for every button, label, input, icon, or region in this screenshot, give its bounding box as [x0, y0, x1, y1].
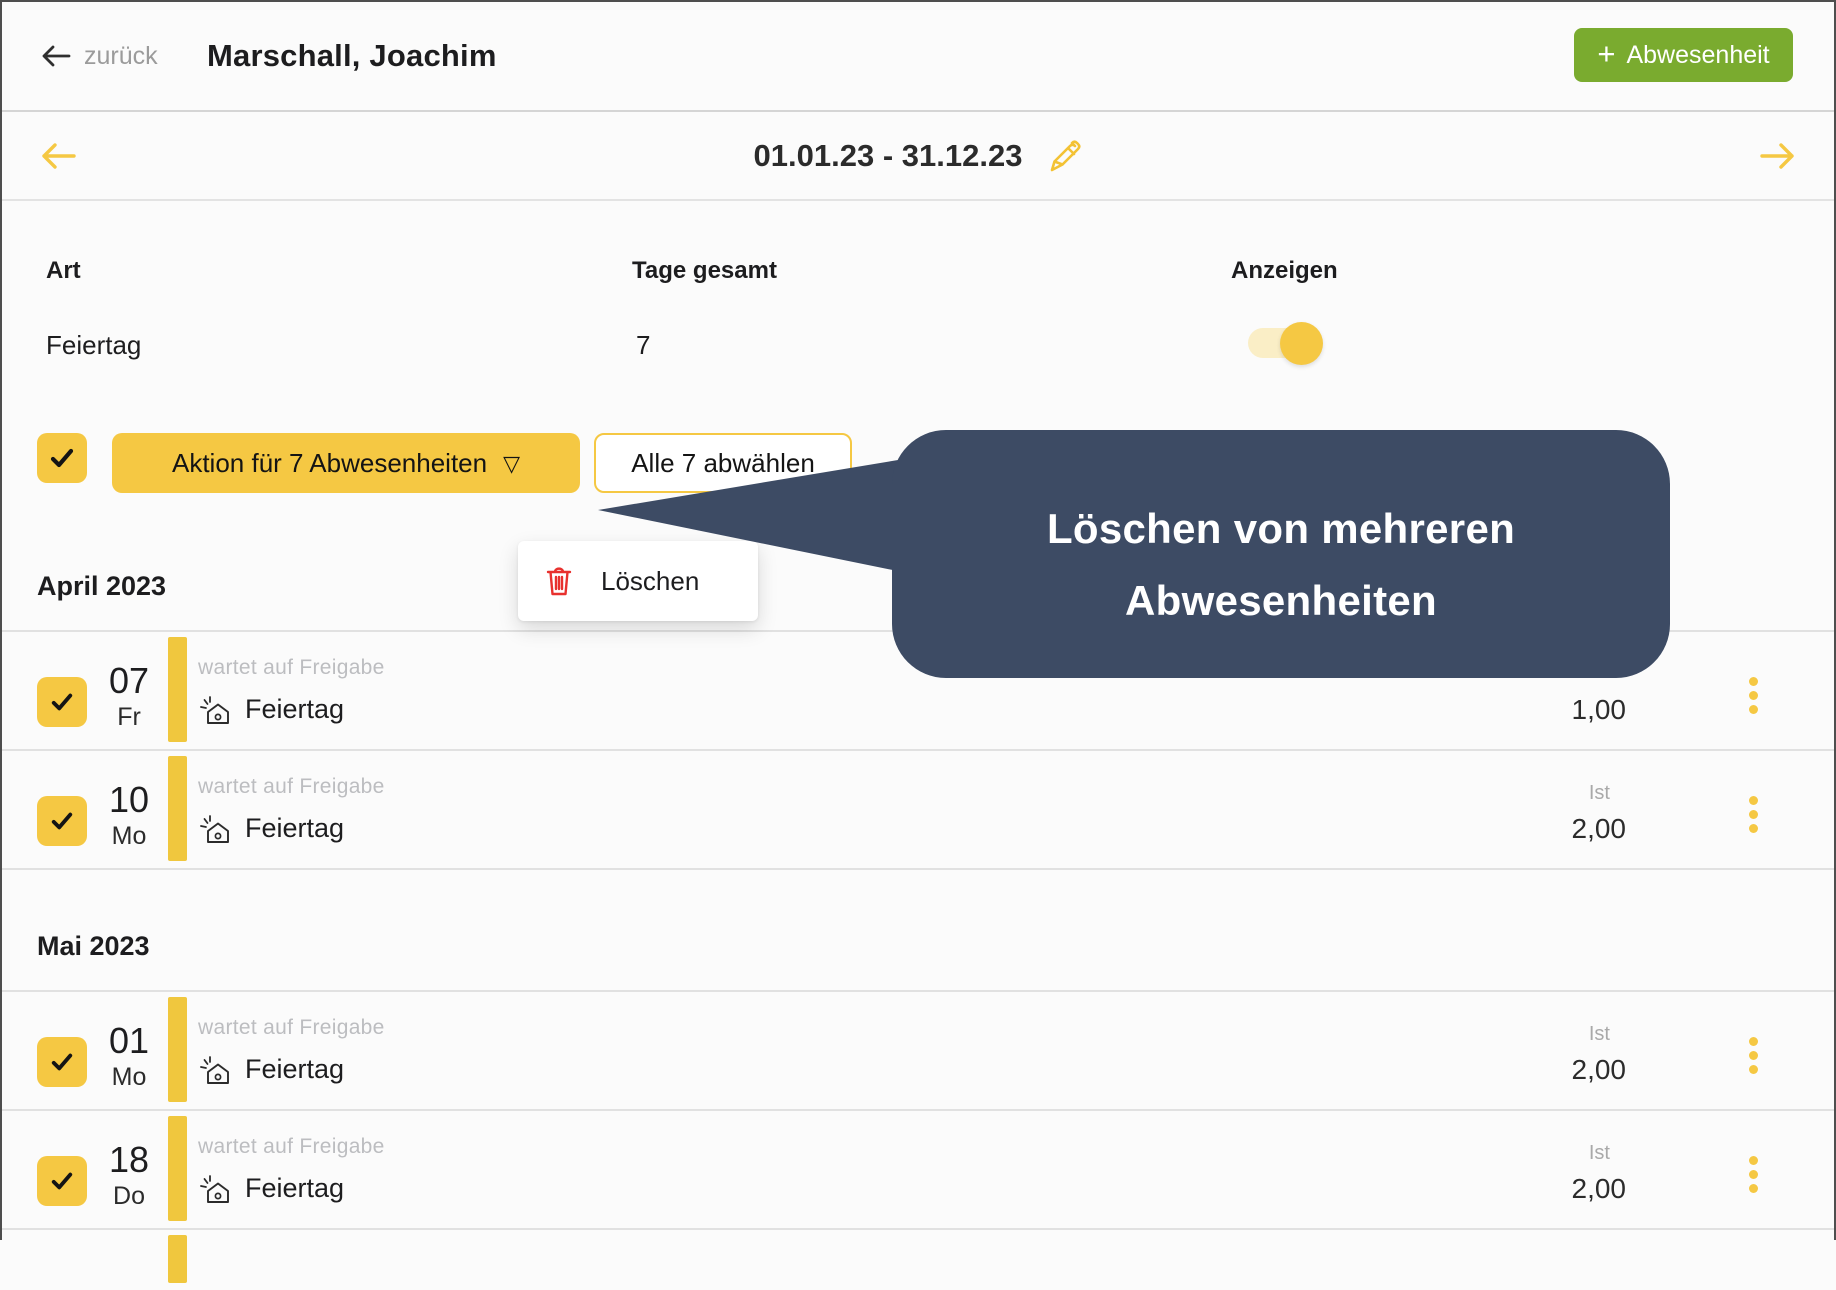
- absence-type-color-bar: [168, 756, 187, 861]
- absence-row[interactable]: 10 Mo wartet auf Freigabe Feiertag Ist 2…: [2, 751, 1834, 870]
- row-weekday: Fr: [117, 703, 141, 731]
- partial-next-row: [2, 1230, 1834, 1290]
- back-label: zurück: [84, 41, 158, 70]
- row-checkbox[interactable]: [37, 1156, 87, 1206]
- page-title: Marschall, Joachim: [207, 38, 497, 73]
- absence-type-color-bar: [168, 997, 187, 1102]
- anzeigen-toggle-knob: [1280, 322, 1323, 365]
- period-range-group: 01.01.23 - 31.12.23: [2, 112, 1834, 199]
- row-weekday: Mo: [111, 1063, 147, 1091]
- row-type-label: Feiertag: [245, 813, 345, 843]
- back-button[interactable]: zurück: [40, 2, 158, 110]
- callout-text-line2: Abwesenheiten: [1125, 577, 1437, 624]
- row-date: 07 Fr: [98, 660, 160, 732]
- holiday-home-icon: [200, 814, 229, 843]
- holiday-home-icon: [200, 1055, 229, 1084]
- absence-row[interactable]: 18 Do wartet auf Freigabe Feiertag Ist 2…: [2, 1111, 1834, 1230]
- row-status-label: wartet auf Freigabe: [198, 1016, 385, 1039]
- summary-art-value: Feiertag: [46, 330, 142, 360]
- row-kebab-menu-icon[interactable]: [1747, 1035, 1760, 1076]
- period-range-label: 01.01.23 - 31.12.23: [753, 137, 1023, 173]
- back-arrow-icon: [42, 45, 71, 67]
- select-all-checkbox-wrap: [37, 433, 87, 483]
- row-ist-label: Ist: [1588, 1142, 1610, 1164]
- add-absence-button[interactable]: + Abwesenheit: [1574, 28, 1793, 82]
- absence-row[interactable]: 01 Mo wartet auf Freigabe Feiertag Ist 2…: [2, 992, 1834, 1111]
- checkmark-icon: [51, 1172, 73, 1190]
- absence-type-color-bar: [168, 637, 187, 742]
- row-type-label: Feiertag: [245, 1173, 345, 1203]
- trash-icon: [546, 567, 572, 596]
- row-checkbox[interactable]: [37, 677, 87, 727]
- row-day-number: 01: [108, 1020, 150, 1061]
- row-kebab-menu-icon[interactable]: [1747, 794, 1760, 835]
- month-heading: Mai 2023: [37, 931, 150, 961]
- row-weekday: Do: [113, 1182, 145, 1210]
- row-type-label: Feiertag: [245, 1054, 345, 1084]
- row-status-label: wartet auf Freigabe: [198, 1135, 385, 1158]
- row-status-label: wartet auf Freigabe: [198, 775, 385, 798]
- month-section: Mai 2023 01 Mo wartet auf Freigabe Feier…: [2, 918, 1834, 1290]
- edit-period-pencil-icon[interactable]: [1042, 136, 1082, 176]
- period-nav: 01.01.23 - 31.12.23: [2, 112, 1834, 201]
- summary-tage-value: 7: [636, 330, 651, 360]
- select-all-checkbox[interactable]: [37, 433, 87, 483]
- holiday-home-icon: [200, 695, 229, 724]
- row-ist-label: Ist: [1588, 782, 1610, 804]
- row-weekday: Mo: [111, 822, 147, 850]
- anzeigen-toggle[interactable]: [1248, 322, 1323, 365]
- next-period-arrow-icon[interactable]: [1758, 139, 1798, 173]
- absence-type-color-bar: [168, 1116, 187, 1221]
- row-value: 2,00: [1571, 813, 1627, 844]
- row-date: 01 Mo: [98, 1020, 160, 1092]
- row-value: 2,00: [1571, 1173, 1627, 1204]
- callout-tail: [598, 456, 922, 576]
- row-checkbox[interactable]: [37, 1037, 87, 1087]
- callout-text-line1: Löschen von mehreren: [1046, 505, 1516, 552]
- holiday-home-icon: [200, 1174, 229, 1203]
- checkmark-icon: [51, 693, 73, 711]
- row-kebab-menu-icon[interactable]: [1747, 675, 1760, 716]
- row-date: 18 Do: [98, 1139, 160, 1211]
- absence-type-color-bar: [168, 1235, 187, 1283]
- checkmark-icon: [50, 448, 74, 468]
- header: zurück Marschall, Joachim + Abwesenheit: [2, 2, 1834, 112]
- callout-bubble: Löschen von mehreren Abwesenheiten: [892, 430, 1670, 678]
- row-checkbox[interactable]: [37, 796, 87, 846]
- summary-col-art: Art: [46, 257, 81, 284]
- absence-manager-screen: { "header": { "back_label": "zurück", "t…: [0, 0, 1836, 1290]
- dropdown-caret-icon: ▽: [503, 451, 521, 476]
- row-day-number: 10: [108, 779, 150, 820]
- row-day-number: 18: [108, 1139, 150, 1180]
- month-rows: 01 Mo wartet auf Freigabe Feiertag Ist 2…: [2, 990, 1834, 1290]
- row-type-label: Feiertag: [245, 694, 345, 724]
- row-date: 10 Mo: [98, 779, 160, 851]
- row-kebab-menu-icon[interactable]: [1747, 1154, 1760, 1195]
- bulk-action-dropdown-button[interactable]: Aktion für 7 Abwesenheiten ▽: [112, 433, 580, 493]
- summary-col-anzeigen: Anzeigen: [1231, 257, 1338, 284]
- plus-icon: +: [1597, 36, 1616, 71]
- checkmark-icon: [51, 1053, 73, 1071]
- row-value: 2,00: [1571, 1054, 1627, 1085]
- row-ist-label: Ist: [1588, 1023, 1610, 1045]
- row-status-label: wartet auf Freigabe: [198, 656, 385, 679]
- row-day-number: 07: [108, 660, 150, 701]
- row-value: 1,00: [1571, 694, 1627, 725]
- checkmark-icon: [51, 812, 73, 830]
- summary-col-tage-gesamt: Tage gesamt: [632, 257, 777, 284]
